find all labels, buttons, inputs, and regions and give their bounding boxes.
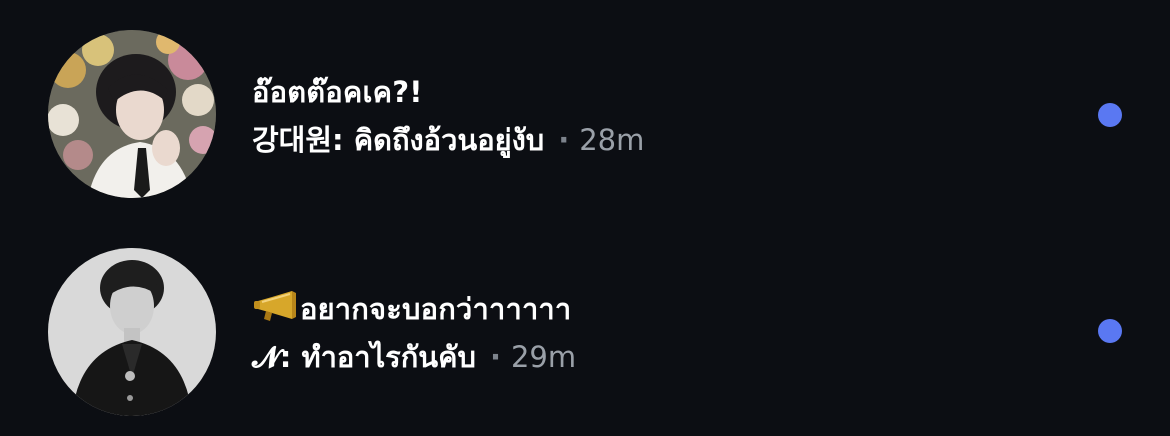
last-message-line: 강대원: คิดถึงอ้วนอยู่งับ · 28m	[252, 121, 1052, 159]
unread-indicator-dot	[1098, 319, 1122, 343]
message-time: 28m	[579, 123, 645, 157]
unread-indicator-dot	[1098, 103, 1122, 127]
megaphone-icon	[252, 289, 296, 323]
conversation-row[interactable]: อ๊อตต๊อคเค?! 강대원: คิดถึงอ้วนอยู่งับ · 28m	[0, 15, 1170, 215]
last-message: 강대원: คิดถึงอ้วนอยู่งับ	[252, 123, 545, 157]
conversation-title: อยากจะบอกว่าาาาาา	[300, 292, 572, 326]
last-message-line: 𝓝: ทำอาไรกันคับ · 29m	[252, 338, 1052, 376]
conversation-text: อยากจะบอกว่าาาาาา 𝓝: ทำอาไรกันคับ · 29m	[252, 289, 1052, 376]
avatar-photo	[48, 30, 216, 198]
avatar-photo	[48, 248, 216, 416]
conversation-text: อ๊อตต๊อคเค?! 강대원: คิดถึงอ้วนอยู่งับ · 28m	[252, 73, 1052, 159]
separator-dot: ·	[558, 123, 570, 157]
last-message: 𝓝: ทำอาไรกันคับ	[252, 340, 476, 374]
message-time: 29m	[510, 340, 577, 374]
separator-dot: ·	[489, 340, 501, 374]
avatar[interactable]	[48, 248, 216, 416]
conversation-list: อ๊อตต๊อคเค?! 강대원: คิดถึงอ้วนอยู่งับ · 28m	[0, 0, 1170, 436]
conversation-row[interactable]: อยากจะบอกว่าาาาาา 𝓝: ทำอาไรกันคับ · 29m	[0, 231, 1170, 431]
conversation-title-line: อยากจะบอกว่าาาาาา	[252, 289, 1052, 328]
conversation-title: อ๊อตต๊อคเค?!	[252, 75, 423, 109]
avatar[interactable]	[48, 30, 216, 198]
